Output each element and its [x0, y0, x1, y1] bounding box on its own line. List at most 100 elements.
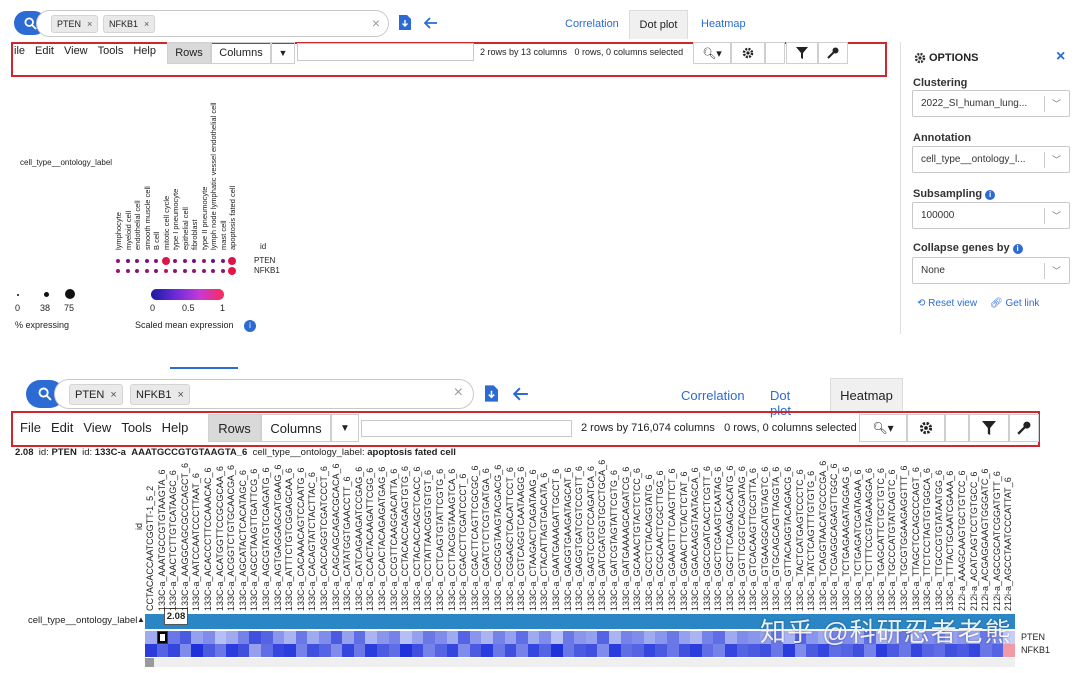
get-link-link[interactable]: 🔗︎ Get link — [990, 298, 1039, 309]
heatmap-cell[interactable] — [527, 631, 540, 644]
heatmap-cell[interactable] — [597, 631, 610, 644]
clustering-select[interactable]: 2022_SI_human_lung... ﹀ — [912, 90, 1070, 117]
heatmap-cell[interactable] — [713, 631, 726, 644]
heatmap-cell[interactable] — [226, 644, 239, 657]
zoom-button[interactable]: 🔍︎▾ — [859, 414, 907, 442]
heatmap-cell[interactable] — [551, 644, 564, 657]
annotation-select[interactable]: cell_type__ontology_l... ﹀ — [912, 146, 1070, 173]
dotplot-dot[interactable] — [173, 259, 177, 263]
heatmap-cell[interactable] — [214, 631, 227, 644]
heatmap-cell[interactable] — [690, 631, 703, 644]
heatmap-cell[interactable] — [423, 631, 436, 644]
menu-file[interactable]: File — [20, 420, 41, 435]
heatmap-cell[interactable] — [261, 631, 274, 644]
selection-dropdown[interactable]: ▼ — [331, 414, 359, 442]
heatmap-cell[interactable] — [377, 631, 390, 644]
heatmap-cell[interactable] — [237, 644, 250, 657]
dotplot-dot[interactable] — [125, 269, 130, 273]
heatmap-cell[interactable] — [493, 631, 506, 644]
dotplot-dot[interactable] — [154, 259, 158, 263]
dotplot-dot[interactable] — [192, 259, 196, 263]
back-arrow-icon[interactable] — [424, 17, 438, 29]
info-icon[interactable]: i — [1012, 244, 1023, 254]
dotplot-dot[interactable] — [182, 259, 187, 263]
menu-view[interactable]: View — [64, 45, 88, 57]
heatmap-cell[interactable] — [191, 631, 204, 644]
menu-edit[interactable]: Edit — [51, 420, 73, 435]
heatmap-cell[interactable] — [365, 631, 378, 644]
zoom-button[interactable]: 🔍︎▾ — [693, 42, 731, 64]
columns-toggle[interactable]: Columns — [211, 42, 271, 64]
heatmap-cell[interactable] — [400, 644, 413, 657]
dotplot-dot[interactable] — [163, 269, 168, 273]
heatmap-cell[interactable] — [179, 631, 192, 644]
heatmap-cell[interactable] — [145, 631, 158, 644]
heatmap-cell[interactable] — [342, 631, 355, 644]
heatmap-cell[interactable] — [678, 644, 691, 657]
gene-chip[interactable]: PTEN × — [69, 384, 123, 405]
heatmap-cell[interactable] — [655, 644, 668, 657]
dotplot-dot[interactable] — [220, 269, 225, 273]
heatmap-cell[interactable] — [667, 631, 680, 644]
gene-chip[interactable]: NFKB1 × — [130, 384, 190, 405]
heatmap-cell[interactable] — [353, 644, 366, 657]
heatmap-cell[interactable] — [423, 644, 436, 657]
heatmap-cell[interactable] — [620, 631, 633, 644]
dotplot-dot[interactable] — [154, 269, 158, 273]
heatmap-cell[interactable] — [249, 644, 262, 657]
heatmap-cell[interactable] — [179, 644, 192, 657]
heatmap-cell[interactable] — [203, 631, 216, 644]
remove-chip-icon[interactable]: × — [144, 19, 149, 29]
clear-search-icon[interactable]: × — [454, 384, 463, 402]
gene-search-input[interactable]: PTEN × NFKB1 × × — [54, 379, 474, 409]
selection-dropdown[interactable]: ▼ — [271, 42, 295, 64]
menu-tools[interactable]: Tools — [121, 420, 151, 435]
heatmap-cell[interactable] — [504, 631, 517, 644]
tab-correlation[interactable]: Correlation — [681, 388, 745, 403]
heatmap-cell[interactable] — [481, 644, 494, 657]
heatmap-cell[interactable] — [342, 644, 355, 657]
heatmap-cell[interactable] — [191, 644, 204, 657]
heatmap-cell[interactable] — [481, 631, 494, 644]
heatmap-cell[interactable] — [435, 644, 448, 657]
key-button[interactable] — [1009, 414, 1039, 442]
dotplot-dot[interactable] — [125, 259, 130, 263]
heatmap-cell[interactable] — [446, 631, 459, 644]
heatmap-cell[interactable] — [284, 631, 297, 644]
heatmap-cell[interactable] — [458, 644, 471, 657]
tab-heatmap[interactable]: Heatmap — [701, 18, 746, 30]
heatmap-cell[interactable] — [168, 631, 181, 644]
info-icon[interactable]: i — [985, 190, 996, 200]
gene-search-input[interactable]: PTEN × NFKB1 × × — [36, 10, 389, 37]
download-icon[interactable] — [399, 15, 411, 30]
heatmap-cell[interactable] — [678, 631, 691, 644]
heatmap-cell[interactable] — [469, 644, 482, 657]
heatmap-cell[interactable] — [307, 631, 320, 644]
reset-view-link[interactable]: ⟲ Reset view — [917, 298, 977, 309]
menu-help[interactable]: Help — [162, 420, 189, 435]
info-icon[interactable]: i — [244, 320, 256, 332]
heatmap-cell[interactable] — [748, 644, 761, 657]
heatmap-cell[interactable] — [284, 644, 297, 657]
heatmap-cell[interactable] — [411, 631, 424, 644]
heatmap-cell[interactable] — [226, 631, 239, 644]
heatmap-cell[interactable] — [748, 631, 761, 644]
tab-correlation[interactable]: Correlation — [565, 18, 619, 30]
dotplot-dot[interactable] — [144, 269, 149, 273]
heatmap-cell[interactable] — [562, 631, 575, 644]
heatmap-cell[interactable] — [377, 644, 390, 657]
columns-toggle[interactable]: Columns — [261, 414, 331, 442]
heatmap-cell[interactable] — [411, 644, 424, 657]
tab-dotplot[interactable]: Dot plot — [629, 10, 688, 39]
dotplot-dot[interactable] — [135, 269, 139, 273]
dotplot-dot[interactable] — [211, 269, 215, 273]
download-icon[interactable] — [485, 385, 498, 402]
close-icon[interactable]: × — [1056, 48, 1065, 66]
heatmap-cell[interactable] — [214, 644, 227, 657]
heatmap-cell[interactable] — [725, 644, 738, 657]
key-button[interactable] — [818, 42, 848, 64]
clear-search-icon[interactable]: × — [372, 15, 380, 31]
heatmap-cell[interactable] — [272, 631, 285, 644]
heatmap-cell[interactable] — [585, 631, 598, 644]
heatmap-cell[interactable] — [319, 631, 332, 644]
